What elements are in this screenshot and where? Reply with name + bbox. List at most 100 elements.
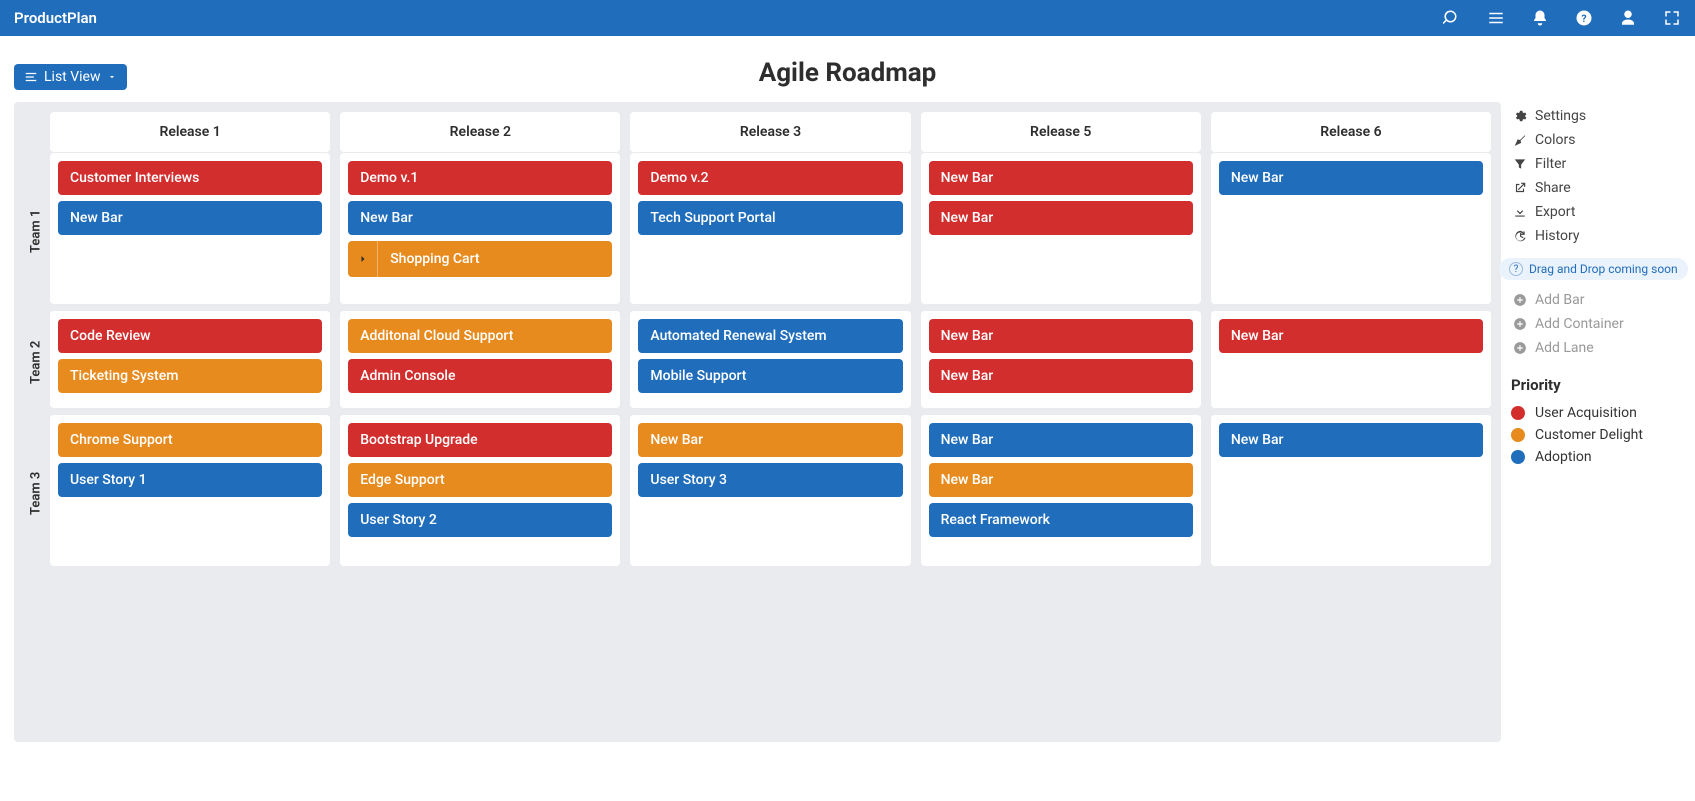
board-cell: Bootstrap Upgrade Edge Support User Story … — [340, 414, 620, 566]
board-cell: Demo v.2 Tech Support Portal — [630, 152, 910, 304]
bar[interactable]: Admin Console — [348, 359, 612, 393]
menu-icon[interactable] — [1487, 9, 1505, 27]
legend-dot — [1511, 406, 1525, 420]
add-container-item: Add Container — [1511, 312, 1681, 336]
add-lane-item: Add Lane — [1511, 336, 1681, 360]
column-header[interactable]: Release 5 — [921, 112, 1201, 152]
history-item[interactable]: History — [1511, 224, 1681, 248]
legend-dot — [1511, 450, 1525, 464]
release-column: Release 1 Customer Interviews New Bar Code … — [50, 112, 330, 566]
column-header[interactable]: Release 1 — [50, 112, 330, 152]
topbar: ProductPlan ? — [0, 0, 1695, 36]
column-header[interactable]: Release 3 — [630, 112, 910, 152]
fullscreen-icon[interactable] — [1663, 9, 1681, 27]
bar[interactable]: New Bar — [929, 463, 1193, 497]
lane-label: Team 1 — [24, 152, 48, 310]
columns: Release 1 Customer Interviews New Bar Code … — [50, 112, 1491, 566]
lane-label: Team 3 — [24, 414, 48, 572]
help-icon[interactable]: ? — [1575, 9, 1593, 27]
search-icon[interactable] — [1443, 9, 1461, 27]
release-column: Release 5New BarNew BarNew BarNew BarNew… — [921, 112, 1201, 566]
board-cell: Demo v.1 New Bar Shopping Cart — [340, 152, 620, 304]
legend-item[interactable]: Adoption — [1511, 446, 1681, 468]
share-item[interactable]: Share — [1511, 176, 1681, 200]
bar[interactable]: New Bar — [929, 201, 1193, 235]
bar[interactable]: New Bar — [1219, 423, 1483, 457]
bar[interactable]: Tech Support Portal — [638, 201, 902, 235]
bar[interactable]: New Bar — [929, 319, 1193, 353]
legend-item[interactable]: Customer Delight — [1511, 424, 1681, 446]
bar[interactable]: New Bar — [929, 359, 1193, 393]
bar[interactable]: New Bar — [1219, 319, 1483, 353]
topbar-actions: ? — [1443, 9, 1681, 27]
container-bar[interactable]: Shopping Cart — [348, 241, 612, 277]
bar[interactable]: Chrome Support — [58, 423, 322, 457]
view-toggle-label: List View — [44, 69, 101, 85]
export-item[interactable]: Export — [1511, 200, 1681, 224]
page-title: Agile Roadmap — [0, 58, 1695, 88]
board-cell: Customer Interviews New Bar — [50, 152, 330, 304]
filter-item[interactable]: Filter — [1511, 152, 1681, 176]
board-cell: Additonal Cloud Support Admin Console — [340, 310, 620, 408]
legend-label: User Acquisition — [1535, 405, 1637, 421]
brand: ProductPlan — [14, 9, 97, 27]
bar[interactable]: User Story 1 — [58, 463, 322, 497]
board-cell: Chrome Support User Story 1 — [50, 414, 330, 566]
bar[interactable]: Customer Interviews — [58, 161, 322, 195]
user-icon[interactable] — [1619, 9, 1637, 27]
dragdrop-pill: ?Drag and Drop coming soon — [1499, 258, 1688, 280]
legend-label: Adoption — [1535, 449, 1592, 465]
board-cell: New Bar — [1211, 414, 1491, 566]
legend: User Acquisition Customer Delight Adoption — [1511, 402, 1681, 468]
bar[interactable]: New Bar — [929, 161, 1193, 195]
column-header[interactable]: Release 6 — [1211, 112, 1491, 152]
board-cell: New Bar New Bar — [921, 310, 1201, 408]
bar[interactable]: Edge Support — [348, 463, 612, 497]
board-cell: New Bar User Story 3 — [630, 414, 910, 566]
bar-label: Shopping Cart — [378, 242, 491, 276]
board-cell: New Bar New Bar React Framework — [921, 414, 1201, 566]
bar[interactable]: New Bar — [929, 423, 1193, 457]
bar[interactable]: Additonal Cloud Support — [348, 319, 612, 353]
bar[interactable]: New Bar — [58, 201, 322, 235]
add-bar-item: Add Bar — [1511, 288, 1681, 312]
svg-text:?: ? — [1581, 12, 1586, 25]
bell-icon[interactable] — [1531, 9, 1549, 27]
settings-item[interactable]: Settings — [1511, 104, 1681, 128]
board-cell: New Bar — [1211, 310, 1491, 408]
bar[interactable]: New Bar — [1219, 161, 1483, 195]
bar[interactable]: User Story 2 — [348, 503, 612, 537]
legend-title: Priority — [1511, 376, 1681, 394]
board-cell: Automated Renewal System Mobile Support — [630, 310, 910, 408]
legend-label: Customer Delight — [1535, 427, 1643, 443]
workspace: Team 1Team 2Team 3 Release 1Customer Int… — [0, 102, 1695, 756]
bar[interactable]: Automated Renewal System — [638, 319, 902, 353]
release-column: Release 6 New Bar New Bar New Bar — [1211, 112, 1491, 566]
bar[interactable]: Code Review — [58, 319, 322, 353]
bar[interactable]: New Bar — [348, 201, 612, 235]
colors-item[interactable]: Colors — [1511, 128, 1681, 152]
bar[interactable]: User Story 3 — [638, 463, 902, 497]
bar[interactable]: Bootstrap Upgrade — [348, 423, 612, 457]
chevron-right-icon[interactable] — [348, 241, 378, 277]
bar[interactable]: New Bar — [638, 423, 902, 457]
legend-item[interactable]: User Acquisition — [1511, 402, 1681, 424]
help-small-icon: ? — [1509, 262, 1523, 276]
board: Team 1Team 2Team 3 Release 1Customer Int… — [14, 102, 1501, 742]
board-cell: New Bar — [1211, 152, 1491, 304]
lane-label: Team 2 — [24, 310, 48, 414]
bar[interactable]: React Framework — [929, 503, 1193, 537]
view-toggle[interactable]: List View — [14, 64, 127, 90]
column-header[interactable]: Release 2 — [340, 112, 620, 152]
release-column: Release 3 Demo v.2 Tech Support Portal Auto… — [630, 112, 910, 566]
bar[interactable]: Demo v.1 — [348, 161, 612, 195]
board-cell: Code Review Ticketing System — [50, 310, 330, 408]
title-row: List View Agile Roadmap — [0, 36, 1695, 102]
bar[interactable]: Mobile Support — [638, 359, 902, 393]
sidebar: Settings Colors Filter Share Export Hist… — [1511, 102, 1681, 742]
release-column: Release 2 Demo v.1 New Bar Shopping Cart Add… — [340, 112, 620, 566]
bar[interactable]: Demo v.2 — [638, 161, 902, 195]
board-cell: New Bar New Bar — [921, 152, 1201, 304]
bar[interactable]: Ticketing System — [58, 359, 322, 393]
lane-labels: Team 1Team 2Team 3 — [24, 112, 48, 572]
